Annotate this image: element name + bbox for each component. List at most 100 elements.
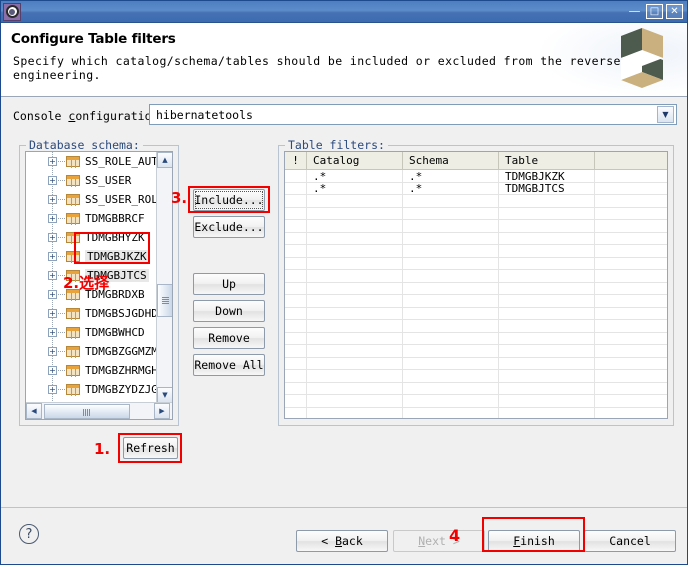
table-cell-empty	[285, 345, 307, 358]
table-row-empty[interactable]	[285, 320, 667, 333]
table-cell-empty	[285, 307, 307, 320]
table-row-empty[interactable]	[285, 370, 667, 383]
include-button[interactable]: Include...	[193, 189, 265, 211]
tree-item[interactable]: + TDMGBJKZK	[26, 247, 157, 266]
table-cell-empty	[307, 232, 403, 245]
column-header-schema[interactable]: Schema	[403, 152, 499, 169]
up-button[interactable]: Up	[193, 273, 265, 295]
column-header-blank[interactable]	[595, 152, 667, 169]
table-cell-empty	[499, 307, 595, 320]
tree-item[interactable]: + SS_ROLE_AUTHO	[26, 152, 157, 171]
table-icon	[66, 327, 80, 339]
hscrollbar-thumb[interactable]	[44, 404, 130, 419]
expand-icon[interactable]: +	[48, 366, 57, 375]
console-configuration-combo[interactable]: hibernatetools ▼	[149, 104, 677, 125]
table-row-empty[interactable]	[285, 245, 667, 258]
tree-horizontal-scrollbar[interactable]: ◀ ▶	[26, 402, 172, 419]
column-header-exclude[interactable]: !	[285, 152, 307, 169]
console-configuration-value: hibernatetools	[156, 107, 253, 122]
vscrollbar-thumb[interactable]	[157, 284, 172, 317]
table-row-empty[interactable]	[285, 195, 667, 208]
tree-connector-dots	[58, 313, 65, 314]
tree-connector-dots	[58, 180, 65, 181]
refresh-button[interactable]: Refresh	[123, 437, 178, 459]
table-row-empty[interactable]	[285, 232, 667, 245]
expand-icon[interactable]: +	[48, 157, 57, 166]
question-mark-icon[interactable]: ?	[19, 524, 39, 544]
table-row-empty[interactable]	[285, 307, 667, 320]
table-row-empty[interactable]	[285, 295, 667, 308]
column-header-table[interactable]: Table	[499, 152, 595, 169]
table-row[interactable]: .* .* TDMGBJTCS	[285, 182, 667, 195]
expand-icon[interactable]: +	[48, 176, 57, 185]
tree-item[interactable]: + TDMGBBRCF	[26, 209, 157, 228]
tree-item[interactable]: + TDMGBSJGDHDQM	[26, 304, 157, 323]
column-header-catalog[interactable]: Catalog	[307, 152, 403, 169]
tree-list[interactable]: + SS_ROLE_AUTHO + SS_USER + SS_USER_ROLE + TDMG…	[26, 152, 157, 403]
close-button[interactable]: ✕	[666, 4, 683, 19]
expand-icon[interactable]: +	[48, 328, 57, 337]
tree-item[interactable]: + SS_USER_ROLE	[26, 190, 157, 209]
table-filters-table[interactable]: ! Catalog Schema Table .* .* TDMGBJKZK .* .*…	[284, 151, 668, 419]
back-button-label: < Back	[321, 534, 363, 548]
table-icon	[66, 384, 80, 396]
expand-icon[interactable]: +	[48, 309, 57, 318]
table-cell-empty	[307, 295, 403, 308]
expand-icon[interactable]: +	[48, 233, 57, 242]
exclude-button[interactable]: Exclude...	[193, 216, 265, 238]
remove-button[interactable]: Remove	[193, 327, 265, 349]
table-icon	[66, 175, 80, 187]
tree-item[interactable]: + TDMGBHYZK	[26, 228, 157, 247]
table-row-empty[interactable]	[285, 332, 667, 345]
expand-icon[interactable]: +	[48, 290, 57, 299]
table-cell-empty	[403, 245, 499, 258]
tree-item[interactable]: + TDMGBZHRMGHGX	[26, 361, 157, 380]
expand-icon[interactable]: +	[48, 252, 57, 261]
table-row-empty[interactable]	[285, 357, 667, 370]
scroll-left-icon[interactable]: ◀	[26, 403, 42, 419]
table-body[interactable]: .* .* TDMGBJKZK .* .* TDMGBJTCS	[285, 170, 667, 418]
scroll-right-icon[interactable]: ▶	[154, 403, 170, 419]
finish-button[interactable]: Finish	[488, 530, 580, 552]
expand-icon[interactable]: +	[48, 214, 57, 223]
table-cell-catalog: .*	[307, 182, 403, 195]
table-row-empty[interactable]	[285, 345, 667, 358]
cancel-button[interactable]: Cancel	[584, 530, 676, 552]
database-schema-tree[interactable]: + SS_ROLE_AUTHO + SS_USER + SS_USER_ROLE + TDMG…	[25, 151, 173, 420]
chevron-down-icon[interactable]: ▼	[657, 106, 674, 123]
back-button[interactable]: < Back	[296, 530, 388, 552]
table-row-empty[interactable]	[285, 257, 667, 270]
table-row-empty[interactable]	[285, 382, 667, 395]
table-cell-empty	[307, 382, 403, 395]
table-icon	[66, 365, 80, 377]
table-row-empty[interactable]	[285, 220, 667, 233]
table-cell-empty	[595, 270, 667, 283]
tree-item[interactable]: + SS_USER	[26, 171, 157, 190]
table-row-empty[interactable]	[285, 407, 667, 418]
table-row-empty[interactable]	[285, 395, 667, 408]
expand-icon[interactable]: +	[48, 385, 57, 394]
table-row-empty[interactable]	[285, 207, 667, 220]
expand-icon[interactable]: +	[48, 271, 57, 280]
scroll-up-icon[interactable]: ▲	[157, 152, 172, 168]
table-row-empty[interactable]	[285, 282, 667, 295]
tree-vertical-scrollbar[interactable]: ▲ ▼	[156, 152, 172, 403]
tree-item-label: TDMGBBRCF	[85, 212, 145, 225]
remove-all-button[interactable]: Remove All	[193, 354, 265, 376]
maximize-button[interactable]: □	[646, 4, 663, 19]
table-cell-empty	[499, 320, 595, 333]
tree-item[interactable]: + TDMGBWHCD	[26, 323, 157, 342]
expand-icon[interactable]: +	[48, 347, 57, 356]
scroll-down-icon[interactable]: ▼	[157, 387, 172, 403]
table-cell-empty	[403, 257, 499, 270]
tree-item[interactable]: + TDMGBZYDZJGRM	[26, 380, 157, 399]
table-row-empty[interactable]	[285, 270, 667, 283]
tree-item[interactable]: + TDMGBJTCS	[26, 266, 157, 285]
table-cell-empty	[285, 220, 307, 233]
expand-icon[interactable]: +	[48, 195, 57, 204]
tree-item[interactable]: + TDMGBRDXB	[26, 285, 157, 304]
table-row[interactable]: .* .* TDMGBJKZK	[285, 170, 667, 183]
down-button[interactable]: Down	[193, 300, 265, 322]
tree-item[interactable]: + TDMGBZGGMZMCL	[26, 342, 157, 361]
minimize-button[interactable]: —	[626, 4, 643, 19]
